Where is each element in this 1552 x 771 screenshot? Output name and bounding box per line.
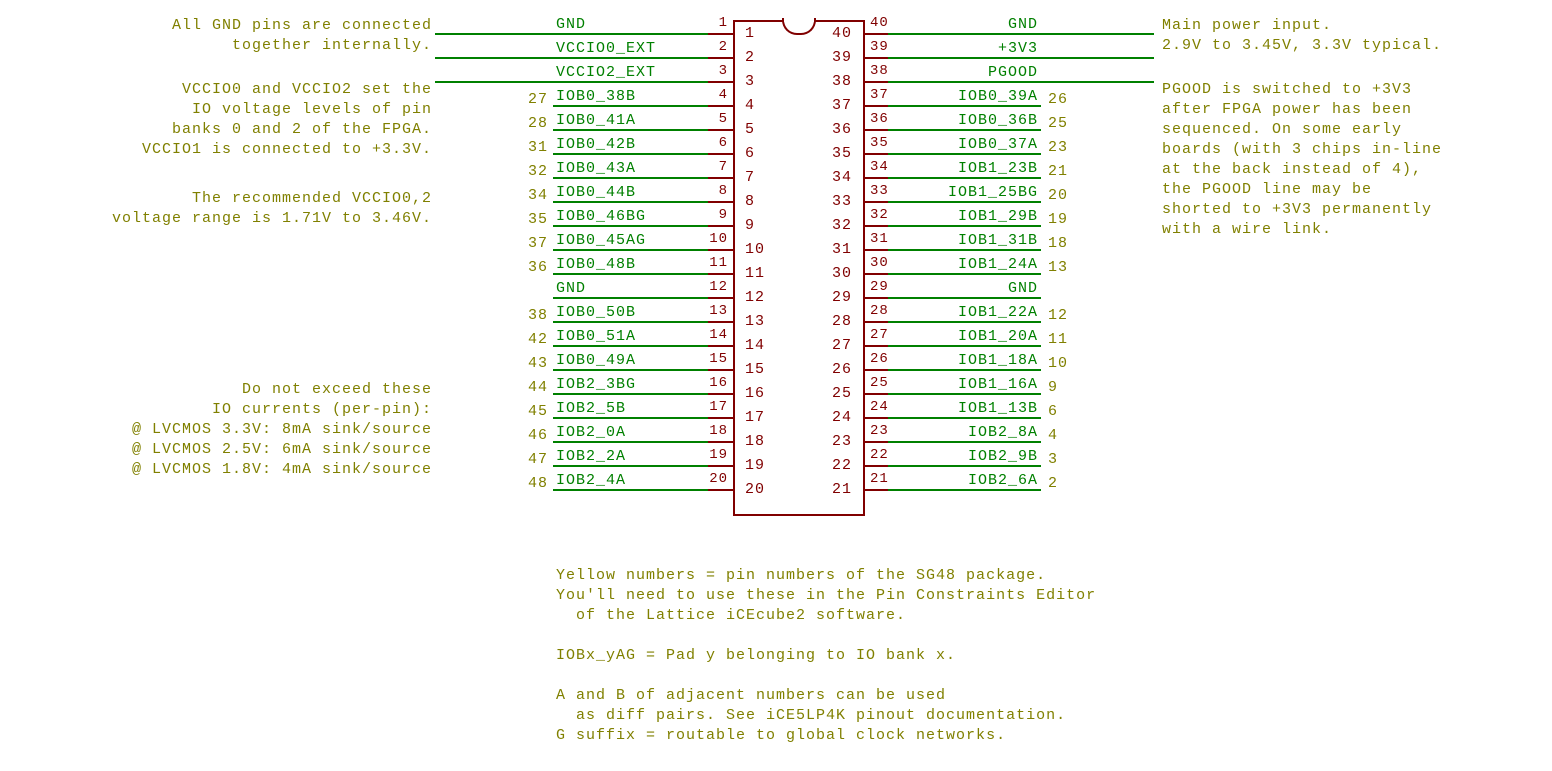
chip-internal-pin: 38 — [832, 73, 852, 90]
wire-extend-left — [435, 81, 553, 83]
sg48-number: 38 — [528, 307, 548, 324]
sg48-number: 46 — [528, 427, 548, 444]
chip-internal-pin: 22 — [832, 457, 852, 474]
pin-label: IOB2_4A — [556, 472, 626, 767]
chip-internal-pin: 33 — [832, 193, 852, 210]
note-vccio-range: The recommended VCCIO0,2 voltage range i… — [112, 189, 432, 229]
sg48-number: 28 — [528, 115, 548, 132]
chip-internal-pin: 9 — [745, 217, 755, 234]
note-main-power: Main power input. 2.9V to 3.45V, 3.3V ty… — [1162, 16, 1442, 56]
sg48-number: 21 — [1048, 163, 1068, 180]
sg48-number: 47 — [528, 451, 548, 468]
chip-internal-pin: 14 — [745, 337, 765, 354]
chip-internal-pin: 32 — [832, 217, 852, 234]
chip-internal-pin: 30 — [832, 265, 852, 282]
sg48-number: 3 — [1048, 451, 1058, 468]
chip-internal-pin: 27 — [832, 337, 852, 354]
chip-internal-pin: 17 — [745, 409, 765, 426]
sg48-number: 4 — [1048, 427, 1058, 444]
chip-internal-pin: 7 — [745, 169, 755, 186]
chip-internal-pin: 20 — [745, 481, 765, 498]
chip-internal-pin: 18 — [745, 433, 765, 450]
chip-internal-pin: 29 — [832, 289, 852, 306]
sg48-number: 34 — [528, 187, 548, 204]
chip-internal-pin: 31 — [832, 241, 852, 258]
chip-internal-pin: 11 — [745, 265, 765, 282]
chip-internal-pin: 34 — [832, 169, 852, 186]
sg48-number: 48 — [528, 475, 548, 492]
chip-internal-pin: 25 — [832, 385, 852, 402]
chip-internal-pin: 8 — [745, 193, 755, 210]
sg48-number: 9 — [1048, 379, 1058, 396]
chip-internal-pin: 23 — [832, 433, 852, 450]
chip-internal-pin: 37 — [832, 97, 852, 114]
sg48-number: 42 — [528, 331, 548, 348]
chip-internal-pin: 6 — [745, 145, 755, 162]
note-io-currents: Do not exceed these IO currents (per-pin… — [132, 380, 432, 480]
chip-internal-pin: 4 — [745, 97, 755, 114]
chip-internal-pin: 3 — [745, 73, 755, 90]
sg48-number: 2 — [1048, 475, 1058, 492]
chip-internal-pin: 5 — [745, 121, 755, 138]
sg48-number: 31 — [528, 139, 548, 156]
sg48-number: 23 — [1048, 139, 1068, 156]
sg48-number: 6 — [1048, 403, 1058, 420]
note-pgood: PGOOD is switched to +3V3 after FPGA pow… — [1162, 80, 1442, 240]
sg48-number: 35 — [528, 211, 548, 228]
chip-internal-pin: 40 — [832, 25, 852, 42]
chip-internal-pin: 13 — [745, 313, 765, 330]
wire-extend-left — [435, 57, 553, 59]
sg48-number: 25 — [1048, 115, 1068, 132]
sg48-number: 32 — [528, 163, 548, 180]
sg48-number: 10 — [1048, 355, 1068, 372]
sg48-number: 20 — [1048, 187, 1068, 204]
chip-internal-pin: 1 — [745, 25, 755, 42]
chip-internal-pin: 24 — [832, 409, 852, 426]
chip-internal-pin: 10 — [745, 241, 765, 258]
chip-internal-pin: 28 — [832, 313, 852, 330]
sg48-number: 45 — [528, 403, 548, 420]
chip-internal-pin: 12 — [745, 289, 765, 306]
chip-internal-pin: 15 — [745, 361, 765, 378]
chip-internal-pin: 19 — [745, 457, 765, 474]
chip-internal-pin: 39 — [832, 49, 852, 66]
sg48-number: 26 — [1048, 91, 1068, 108]
pin-number: 20 — [709, 471, 728, 767]
chip-internal-pin: 2 — [745, 49, 755, 66]
note-gnd: All GND pins are connected together inte… — [172, 16, 432, 56]
chip-internal-pin: 16 — [745, 385, 765, 402]
wire-extend-left — [435, 33, 553, 35]
sg48-number: 12 — [1048, 307, 1068, 324]
chip-internal-pin: 35 — [832, 145, 852, 162]
wire-extend-right — [1041, 57, 1154, 59]
sg48-number: 43 — [528, 355, 548, 372]
chip-internal-pin: 26 — [832, 361, 852, 378]
wire-extend-right — [1041, 81, 1154, 83]
sg48-number: 18 — [1048, 235, 1068, 252]
sg48-number: 11 — [1048, 331, 1068, 348]
sg48-number: 13 — [1048, 259, 1068, 276]
note-vccio: VCCIO0 and VCCIO2 set the IO voltage lev… — [142, 80, 432, 160]
pin-label: IOB2_6A — [968, 472, 1038, 767]
wire-extend-right — [1041, 33, 1154, 35]
sg48-number: 27 — [528, 91, 548, 108]
sg48-number: 44 — [528, 379, 548, 396]
chip-internal-pin: 36 — [832, 121, 852, 138]
pin-number: 21 — [870, 471, 889, 767]
sg48-number: 36 — [528, 259, 548, 276]
sg48-number: 37 — [528, 235, 548, 252]
sg48-number: 19 — [1048, 211, 1068, 228]
chip-internal-pin: 21 — [832, 481, 852, 498]
